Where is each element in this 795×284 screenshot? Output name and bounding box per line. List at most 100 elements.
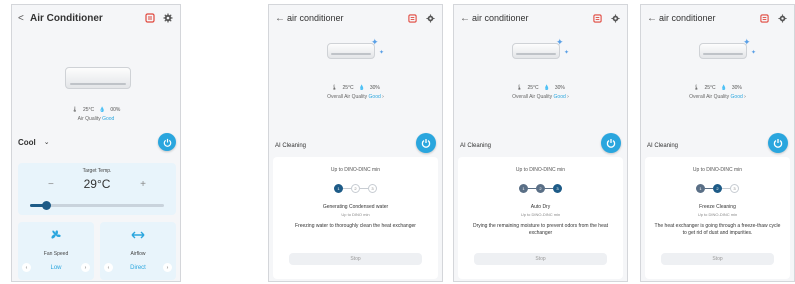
step-dot: 2	[713, 184, 722, 193]
current-temp: 25°C	[527, 85, 539, 91]
step-description: The heat exchanger is going through a fr…	[654, 223, 781, 236]
droplet-icon: 💧	[720, 85, 727, 91]
power-button[interactable]	[158, 133, 176, 151]
air-quality-label: Overall Air Quality	[689, 94, 730, 100]
fan-speed-card: Fan Speed ‹ Low ›	[18, 222, 94, 280]
duration-label: Up to DINO-DINC min	[330, 167, 381, 173]
target-temp-label: Target Temp.	[82, 168, 112, 174]
thermometer-icon: 🌡	[516, 85, 523, 91]
chevron-right-icon[interactable]: ›	[567, 94, 569, 100]
fan-icon	[18, 228, 94, 242]
air-quality-value: Good	[730, 94, 743, 100]
power-icon	[421, 139, 431, 148]
droplet-icon: 💧	[543, 85, 550, 91]
page-title: Air Conditioner	[30, 12, 103, 24]
gear-icon[interactable]	[776, 12, 788, 24]
mode-select[interactable]: Cool	[18, 138, 36, 147]
page-title: air conditioner	[472, 13, 529, 23]
sparkle-icon: ✦	[371, 37, 379, 47]
step-indicator: 123	[458, 184, 623, 193]
airflow-label: Airflow	[130, 251, 146, 257]
airflow-prev-button[interactable]: ‹	[104, 263, 113, 272]
step-dot: 2	[536, 184, 545, 193]
gear-icon[interactable]	[424, 12, 436, 24]
back-arrow-icon[interactable]: <	[18, 13, 30, 24]
step-dot: 3	[368, 184, 377, 193]
ai-cleaning-screen-step-1: ← air conditioner ✦ ✦ 🌡 25°C 💧 30% Overall…	[268, 4, 443, 282]
step-indicator: 123	[645, 184, 790, 193]
slider-thumb[interactable]	[42, 201, 52, 210]
step-name: Auto Dry	[530, 204, 551, 210]
cleaning-card: Up to DINO-DINC min 123 Generating Conde…	[273, 157, 438, 279]
chevron-down-icon[interactable]: ⌄	[44, 138, 50, 146]
gear-icon[interactable]	[162, 12, 174, 24]
power-icon	[163, 138, 171, 147]
status-info: 🌡 25°C 💧 30% Overall Air Quality Good ›	[269, 85, 442, 100]
back-arrow-icon[interactable]: ←	[647, 13, 659, 24]
step-connector	[528, 188, 536, 189]
air-conditioner-illustration	[65, 67, 131, 89]
ai-cleaning-screen-step-3: ← air conditioner ✦ ✦ 🌡 25°C 💧 30% Overall…	[640, 4, 795, 282]
humidity: 30%	[369, 85, 380, 91]
air-quality-value: Good	[102, 116, 115, 122]
thermometer-icon: 🌡	[71, 107, 78, 113]
step-dot: 2	[351, 184, 360, 193]
decrease-temp-button[interactable]: −	[48, 179, 54, 190]
step-description: Freezing water to thoroughly clean the h…	[295, 223, 416, 229]
power-button[interactable]	[768, 133, 788, 153]
fan-speed-value: Low	[50, 264, 62, 271]
fan-next-button[interactable]: ›	[80, 263, 90, 272]
page-title: air conditioner	[659, 13, 716, 23]
air-conditioner-illustration: ✦ ✦	[327, 37, 387, 69]
stop-button[interactable]: Stop	[661, 253, 774, 265]
sparkle-icon: ✦	[751, 50, 757, 56]
airflow-next-button[interactable]: ›	[162, 263, 172, 272]
back-arrow-icon[interactable]: ←	[275, 13, 287, 24]
back-arrow-icon[interactable]: ←	[460, 13, 472, 24]
status-info: 🌡 25°C 💧 30% Overall Air Quality Good ›	[641, 85, 794, 100]
gear-icon[interactable]	[609, 12, 621, 24]
air-conditioner-main-screen: < Air Conditioner 🌡 25°C 💧 00% Air Quality…	[11, 4, 181, 282]
step-dot: 1	[696, 184, 705, 193]
menu-icon[interactable]	[758, 12, 770, 24]
chevron-right-icon[interactable]: ›	[744, 94, 746, 100]
mode-row: Cool ⌄	[18, 133, 176, 151]
menu-icon[interactable]	[406, 12, 418, 24]
humidity: 30%	[554, 85, 565, 91]
section-title: AI Cleaning	[275, 143, 307, 149]
droplet-icon: 💧	[99, 107, 106, 113]
top-bar: ← air conditioner	[641, 5, 794, 31]
temp-slider[interactable]	[30, 201, 164, 210]
sparkle-icon: ✦	[564, 50, 570, 56]
step-duration: Up to DINO min	[341, 212, 370, 217]
power-button[interactable]	[416, 133, 436, 153]
menu-icon[interactable]	[144, 12, 156, 24]
power-icon	[606, 139, 616, 148]
step-duration: Up to DINO-DINC min	[697, 212, 738, 217]
step-name: Freeze Cleaning	[699, 204, 736, 210]
stop-button[interactable]: Stop	[474, 253, 607, 265]
stop-button[interactable]: Stop	[289, 253, 422, 265]
chevron-right-icon[interactable]: ›	[382, 94, 384, 100]
droplet-icon: 💧	[358, 85, 365, 91]
airflow-card: Airflow ‹ Direct ›	[100, 222, 176, 280]
thermometer-icon: 🌡	[331, 85, 338, 91]
humidity: 00%	[110, 107, 121, 113]
menu-icon[interactable]	[591, 12, 603, 24]
step-duration: Up to DINO-DINC min	[520, 212, 561, 217]
fan-prev-button[interactable]: ‹	[22, 263, 31, 272]
step-dot: 1	[334, 184, 343, 193]
air-quality-label: Overall Air Quality	[327, 94, 368, 100]
humidity: 30%	[731, 85, 742, 91]
power-button[interactable]	[601, 133, 621, 153]
step-indicator: 123	[273, 184, 438, 193]
airflow-icon	[100, 230, 176, 240]
target-temp-card: Target Temp. − 29°C +	[18, 163, 176, 215]
target-temp-value: 29°C	[83, 177, 111, 191]
step-dot: 3	[553, 184, 562, 193]
increase-temp-button[interactable]: +	[140, 179, 146, 190]
section-title: AI Cleaning	[647, 143, 679, 149]
step-connector	[343, 188, 351, 189]
step-connector	[545, 188, 553, 189]
status-info: 🌡 25°C 💧 00% Air Quality Good	[12, 107, 180, 122]
